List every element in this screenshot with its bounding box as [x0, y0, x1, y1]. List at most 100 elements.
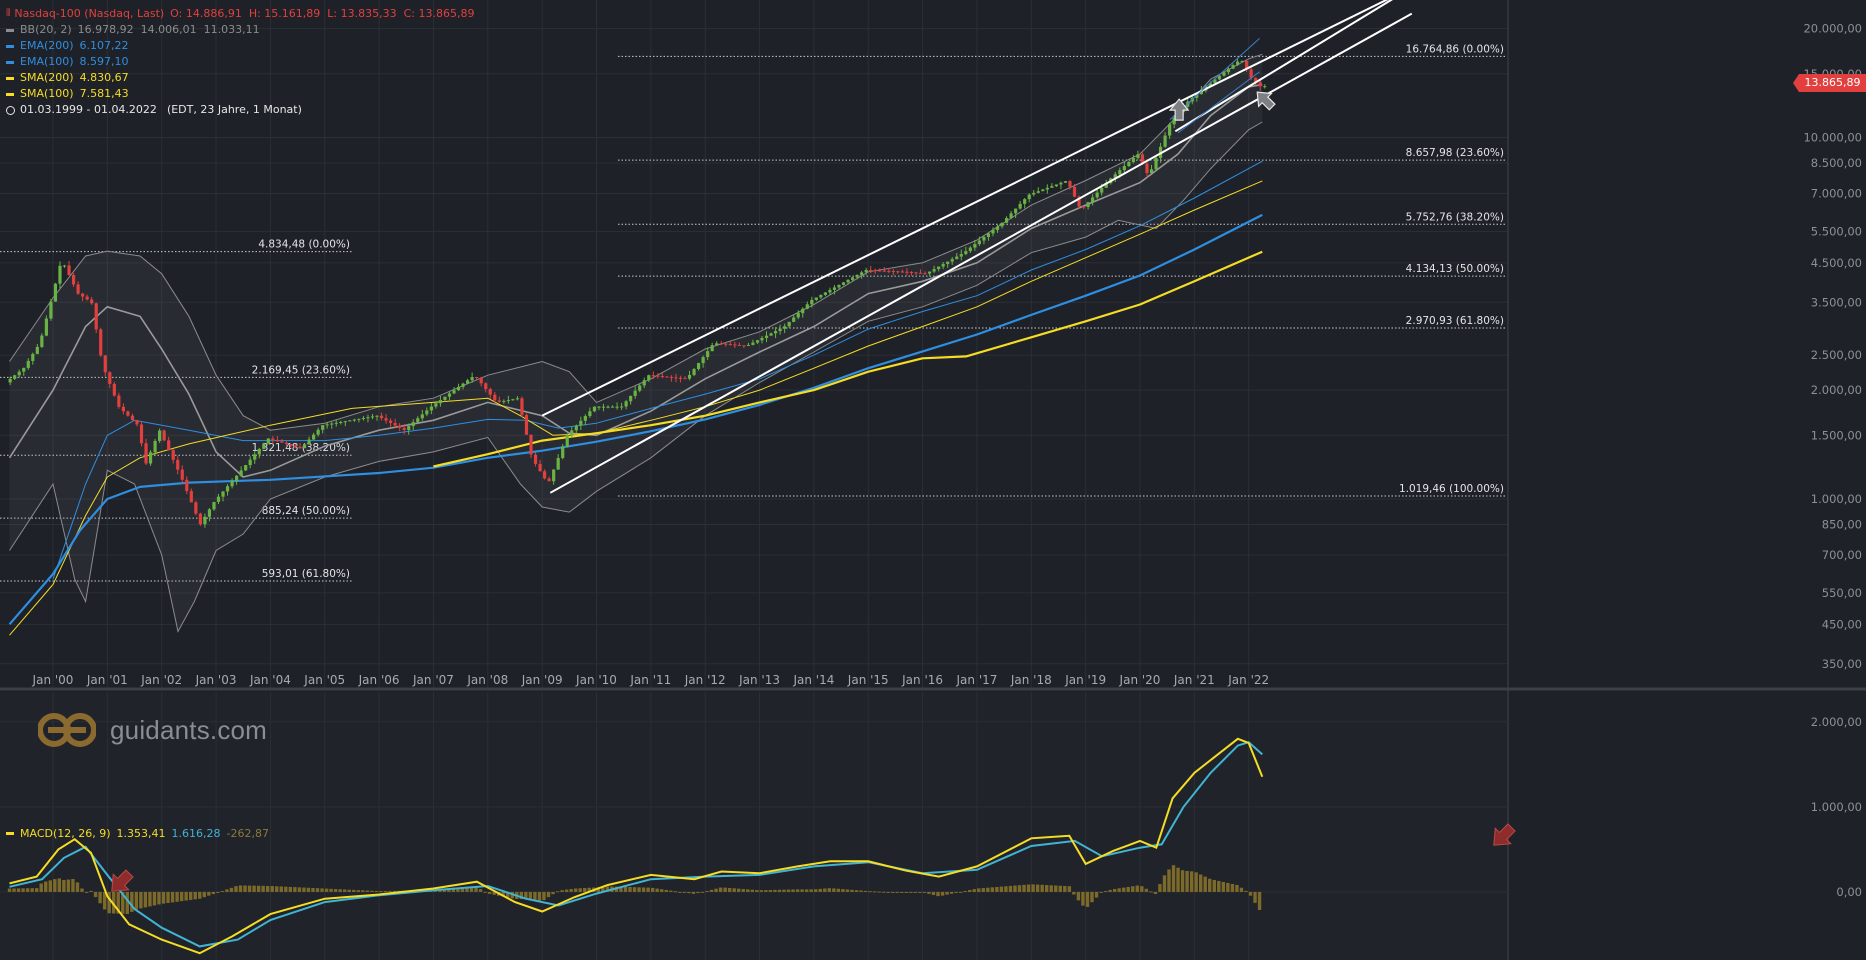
date-range-row: 01.03.1999 - 01.04.2022 (EDT, 23 Jahre, … [6, 102, 474, 118]
macd-histogram-bar [945, 891, 949, 895]
macd-histogram-bar [1013, 885, 1017, 892]
macd-histogram-bar [623, 886, 628, 892]
candle-body [1222, 72, 1226, 76]
macd-histogram-bar [247, 885, 252, 892]
macd-histogram-bar [1081, 891, 1085, 906]
chart-canvas: Jan '00 Jan '01 Jan '02 Jan '03 Jan '04 Jan '… [0, 0, 1866, 960]
macd-histogram-bar [202, 891, 206, 898]
macd-histogram-bar [66, 879, 71, 892]
macd-histogram-bar [818, 888, 822, 892]
symbol-name: Nasdaq-100 (Nasdaq, Last) [14, 7, 165, 20]
macd-histogram-bar [546, 891, 551, 898]
candle-body [715, 343, 719, 346]
candle-body [139, 424, 144, 444]
macd-histogram-bar [1176, 867, 1180, 892]
y-tick-label: 2.500,00 [1811, 348, 1862, 362]
macd-histogram-bar [352, 889, 356, 892]
candle-body [850, 277, 855, 280]
macd-histogram-bar [1198, 874, 1203, 892]
macd-histogram-bar [1203, 876, 1207, 892]
macd-histogram-bar [44, 881, 48, 892]
candle-body [869, 269, 873, 271]
candle-body [783, 326, 787, 329]
macd-histogram-bar [1230, 883, 1235, 892]
candle-body [660, 376, 664, 378]
indicator-row[interactable]: EMA(100) 8.597,10 [6, 54, 474, 70]
macd-histogram-bar [297, 887, 302, 892]
macd-histogram-bar [1194, 872, 1198, 892]
macd-histogram-bar [632, 887, 637, 892]
macd-histogram-bar [1185, 870, 1189, 892]
indicator-name: EMA(100) [20, 55, 74, 68]
candle-body [266, 438, 270, 444]
fib-new-label: 1.019,46 (100.00%) [1399, 483, 1504, 495]
macd-histogram-bar [89, 890, 93, 892]
macd-histogram-bar [170, 891, 175, 903]
candle-body [873, 270, 877, 272]
candle-body [552, 469, 556, 482]
macd-histogram-bar [1248, 891, 1253, 896]
macd-histogram-bar [773, 889, 777, 892]
macd-histogram-bar [288, 886, 293, 892]
candle-body [1149, 169, 1154, 174]
macd-histogram-bar [755, 890, 759, 892]
x-tick-label: Jan '02 [140, 673, 182, 687]
macd-histogram-bar [1054, 885, 1058, 892]
y-tick-label: 3.500,00 [1811, 295, 1862, 309]
candle-body [918, 272, 923, 274]
macd-histogram-bar [669, 890, 673, 892]
chart-type-icon[interactable]: ⦀ [6, 6, 10, 22]
candle-body [529, 434, 533, 455]
macd-histogram-bar [918, 891, 922, 893]
candle-body [81, 293, 85, 297]
macd-histogram-bar [48, 880, 52, 892]
macd-y-tick-label: 1.000,00 [1811, 800, 1862, 814]
macd-histogram-bar [293, 887, 297, 892]
candle-body [126, 411, 130, 416]
candle-body [176, 459, 180, 470]
candle-body [235, 475, 239, 482]
indicator-row[interactable]: EMA(200) 6.107,22 [6, 38, 474, 54]
candle-body [986, 233, 991, 237]
candle-body [982, 236, 986, 241]
macd-histogram-bar [279, 886, 283, 892]
macd-histogram-bar [995, 886, 999, 892]
macd-histogram-bar [641, 887, 646, 892]
candle-body [76, 284, 80, 294]
macd-histogram-bar [487, 891, 492, 894]
macd-histogram-bar [832, 888, 836, 892]
candle-body [832, 287, 837, 290]
macd-histogram-bar [1226, 882, 1230, 892]
candle-body [1027, 194, 1031, 200]
macd-signal-value: 1.616,28 [171, 827, 221, 840]
x-tick-label: Jan '08 [466, 673, 508, 687]
fib-old-label: 4.834,48 (0.00%) [258, 239, 350, 251]
candle-body [588, 411, 592, 417]
macd-histogram-bar [356, 890, 360, 892]
indicator-row[interactable]: SMA(200) 4.830,67 [6, 70, 474, 86]
macd-histogram-bar [1144, 888, 1149, 892]
candle-body [434, 403, 438, 407]
candle-body [298, 446, 302, 449]
indicator-row[interactable]: BB(20, 2) 16.978,92 14.006,01 11.033,11 [6, 22, 474, 38]
macd-histogram-bar [904, 891, 908, 893]
candle-body [891, 271, 895, 273]
macd-histogram-bar [845, 889, 850, 892]
macd-histogram-bar [324, 888, 329, 892]
macd-histogram-bar [687, 891, 691, 894]
candle-body [425, 410, 429, 415]
x-tick-label: Jan '09 [521, 673, 563, 687]
x-tick-label: Jan '06 [358, 673, 400, 687]
macd-histogram-bar [768, 889, 773, 892]
candle-body [1041, 189, 1045, 192]
macd-histogram-bar [583, 888, 587, 892]
candle-body [669, 376, 674, 378]
candle-body [1240, 60, 1244, 62]
indicator-name: SMA(200) [20, 71, 74, 84]
candle-body [941, 264, 945, 267]
indicator-row[interactable]: SMA(100) 7.581,43 [6, 86, 474, 102]
candle-body [312, 434, 316, 440]
macd-histogram-bar [243, 885, 247, 892]
candle-body [846, 279, 850, 283]
macd-histogram-bar [198, 891, 202, 899]
